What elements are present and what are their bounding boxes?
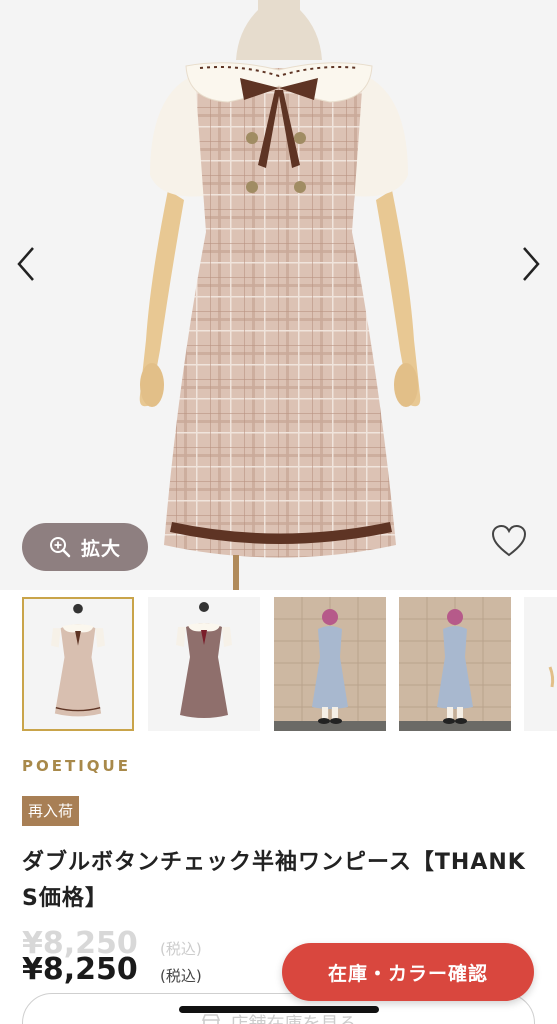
stock-color-check-button[interactable]: 在庫・カラー確認: [282, 943, 534, 1001]
zoom-label: 拡大: [80, 537, 121, 560]
gallery-next-button[interactable]: [511, 240, 551, 288]
brand-name[interactable]: POETIQUE: [22, 757, 131, 775]
home-indicator: [179, 1006, 379, 1013]
chevron-right-icon: [523, 247, 540, 281]
thumbnail-image: [148, 597, 260, 731]
sale-price-tax-note: (税込): [160, 967, 202, 985]
thumbnail-image: [274, 597, 386, 731]
sale-price: ¥8,250: [22, 952, 138, 987]
heart-outline-icon: [491, 524, 527, 557]
thumbnail-brown-dress[interactable]: [148, 597, 260, 731]
thumbnail-image: [24, 599, 132, 729]
dress-on-mannequin-image: [0, 0, 557, 590]
thumbnail-blue-dress-model-2[interactable]: [399, 597, 511, 731]
original-price-tax-note: (税込): [160, 940, 202, 958]
favorite-button[interactable]: [488, 520, 530, 562]
thumbnail-partial[interactable]: [524, 597, 557, 731]
product-page: 拡大 POETIQUE 再入荷 ダブルボタンチェック半袖ワンピース【THANKS…: [0, 0, 557, 1024]
chevron-left-icon: [17, 247, 34, 281]
store-icon: [201, 1014, 220, 1024]
thumbnail-strip: [0, 597, 557, 734]
zoom-in-icon: [49, 537, 71, 558]
thumbnail-image: [399, 597, 511, 731]
main-product-image[interactable]: 拡大: [0, 0, 557, 590]
zoom-button[interactable]: 拡大: [22, 523, 148, 571]
product-title: ダブルボタンチェック半袖ワンピース【THANKS価格】: [22, 850, 526, 911]
thumbnail-image: [524, 597, 557, 731]
restock-badge: 再入荷: [22, 796, 80, 826]
thumbnail-blue-dress-model[interactable]: [274, 597, 386, 731]
gallery-prev-button[interactable]: [6, 240, 46, 288]
thumbnail-beige-dress[interactable]: [22, 597, 134, 731]
